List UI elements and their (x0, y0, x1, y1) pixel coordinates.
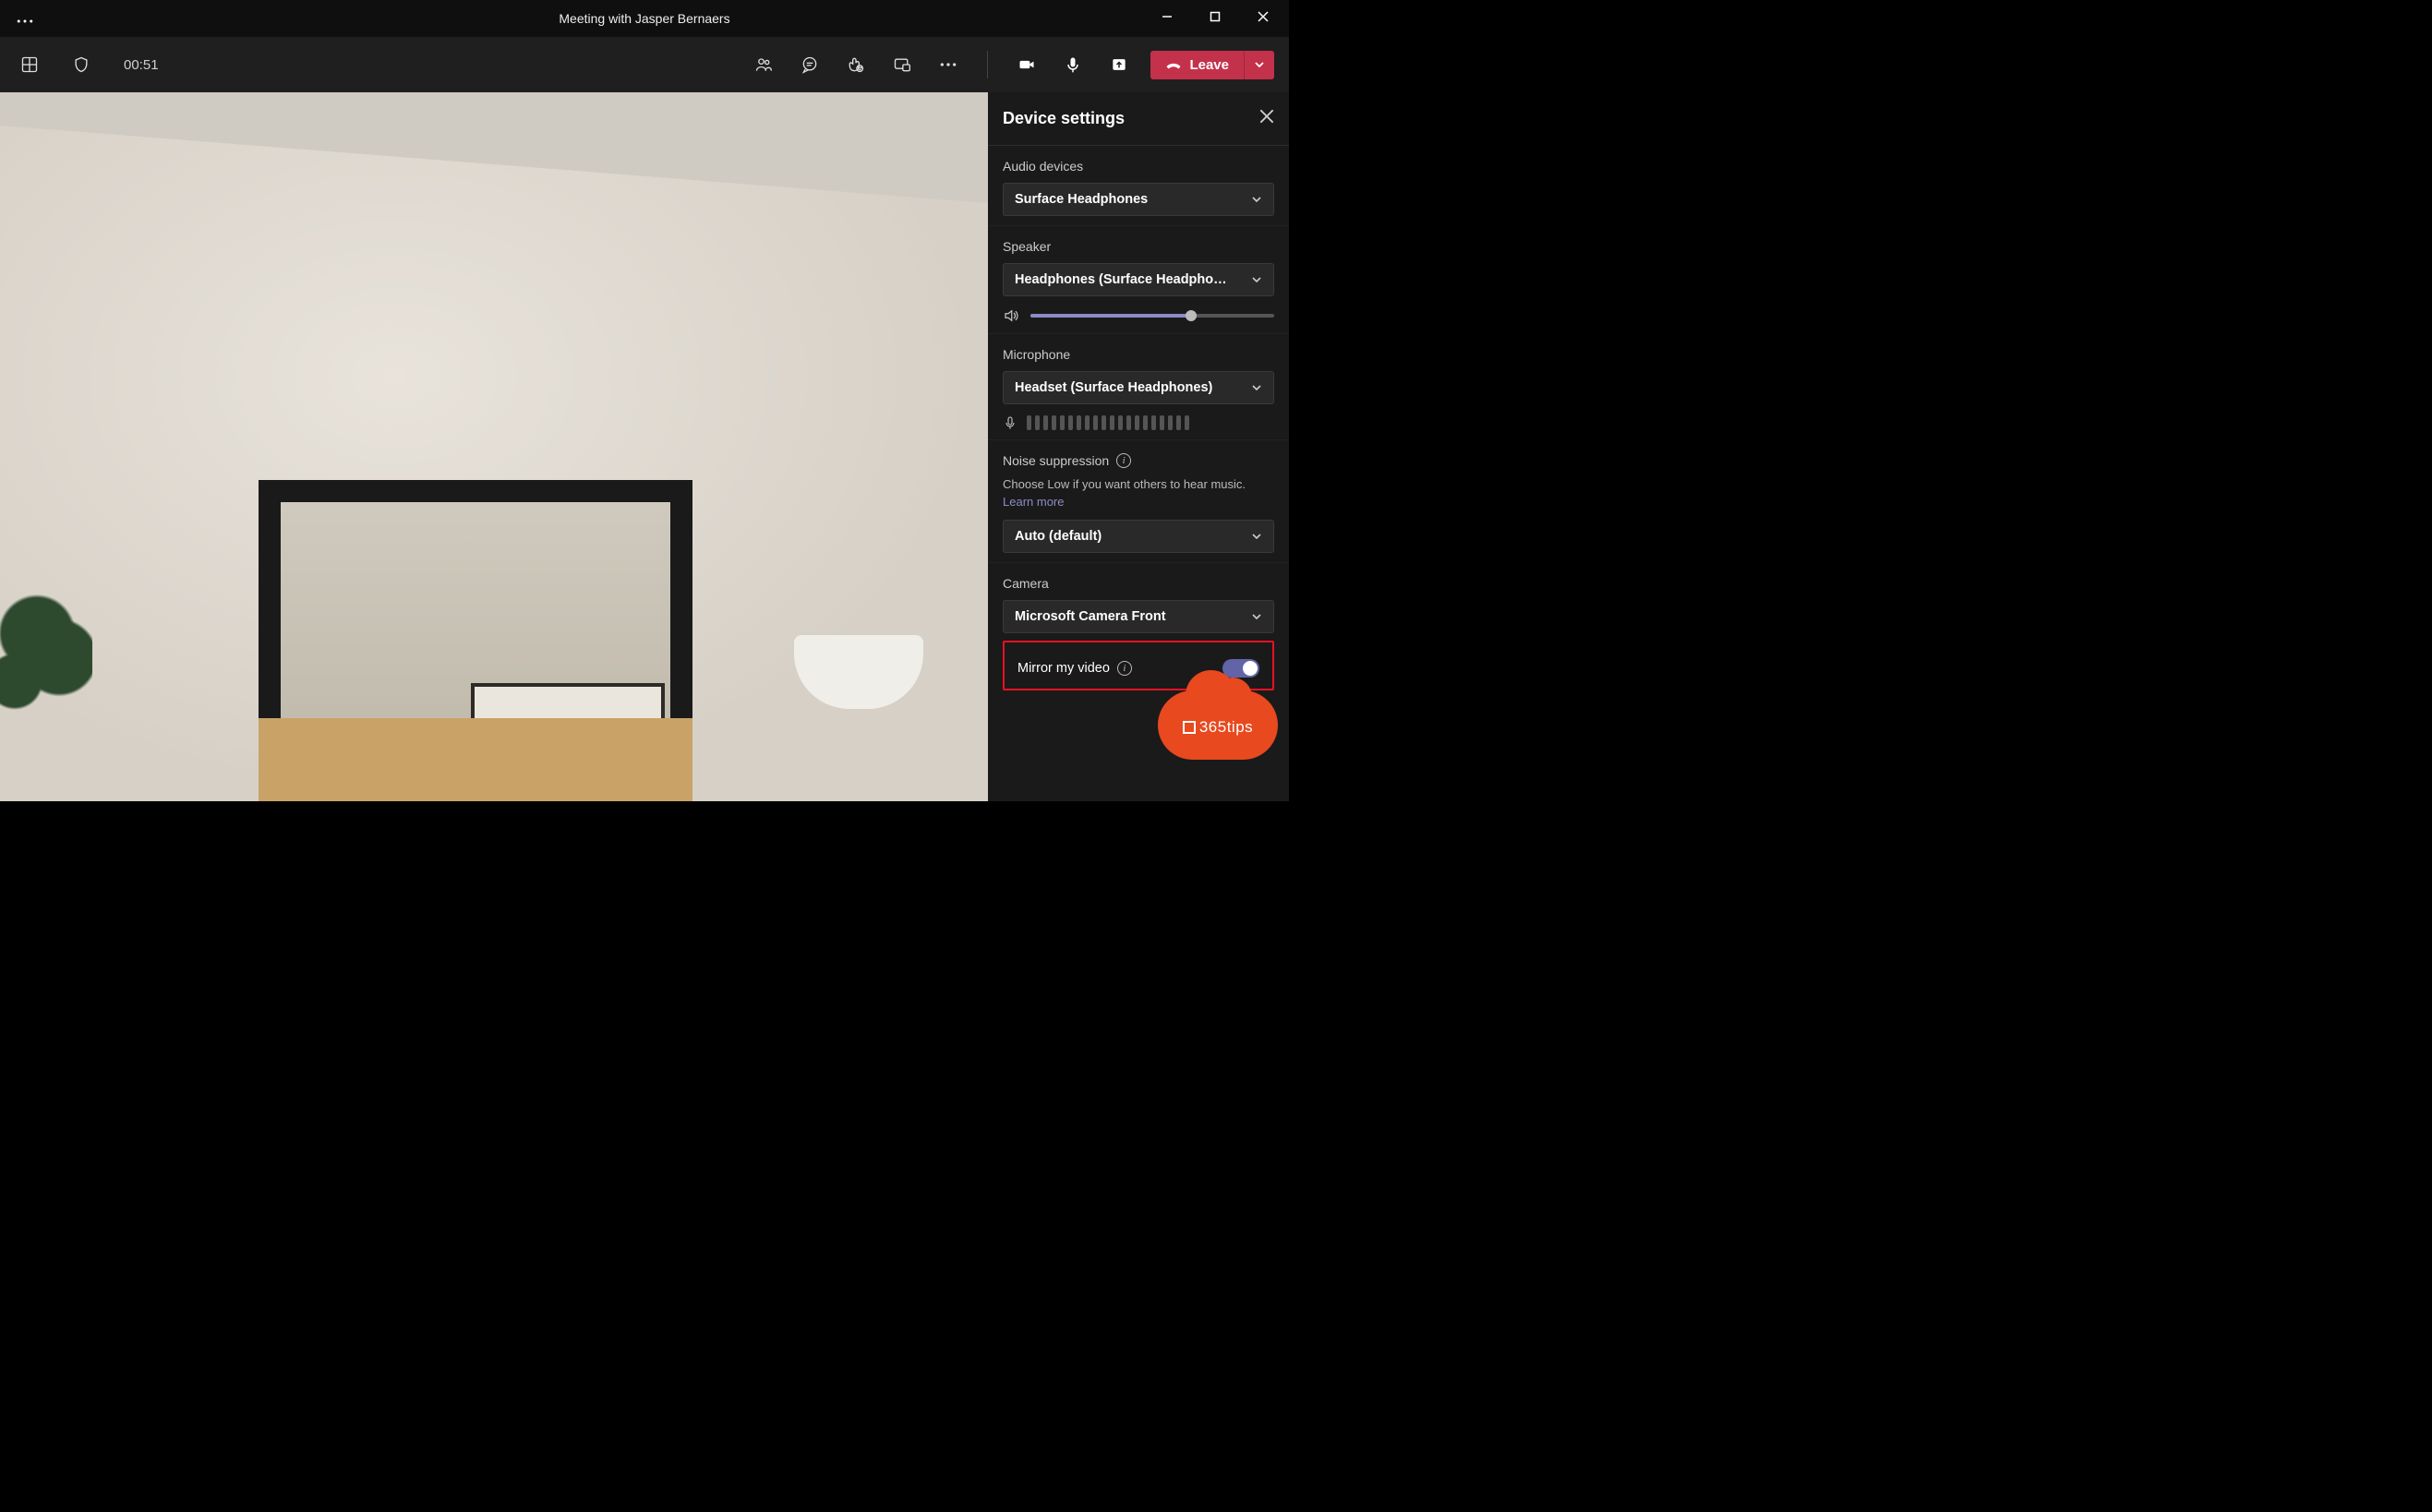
window-minimize-button[interactable] (1156, 6, 1178, 30)
volume-icon (1003, 307, 1019, 324)
more-actions-button[interactable] (933, 50, 963, 79)
speaker-value: Headphones (Surface Headphon... (1015, 272, 1227, 287)
microphone-label: Microphone (1003, 347, 1274, 362)
shield-icon[interactable] (66, 50, 96, 79)
chat-button[interactable] (795, 50, 825, 79)
chevron-down-icon (1251, 382, 1262, 393)
toolbar-divider (987, 51, 988, 78)
noise-suppression-hint: Choose Low if you want others to hear mu… (1003, 477, 1274, 491)
leave-button-group: Leave (1150, 51, 1274, 79)
rooms-button[interactable] (887, 50, 917, 79)
learn-more-link[interactable]: Learn more (1003, 495, 1064, 509)
noise-suppression-label: Noise suppression i (1003, 453, 1274, 468)
share-screen-button[interactable] (1104, 50, 1134, 79)
camera-dropdown[interactable]: Microsoft Camera Front (1003, 600, 1274, 633)
audio-devices-label: Audio devices (1003, 159, 1274, 174)
noise-suppression-dropdown[interactable]: Auto (default) (1003, 520, 1274, 553)
chevron-down-icon (1251, 194, 1262, 205)
leave-label: Leave (1189, 57, 1229, 73)
meeting-timer: 00:51 (124, 57, 159, 73)
mirror-video-toggle[interactable] (1222, 659, 1259, 678)
chevron-down-icon (1251, 611, 1262, 622)
microphone-dropdown[interactable]: Headset (Surface Headphones) (1003, 371, 1274, 404)
audio-device-value: Surface Headphones (1015, 192, 1148, 207)
annotation-highlight: Mirror my video i (1003, 641, 1274, 690)
chevron-down-icon (1254, 59, 1265, 70)
camera-label: Camera (1003, 576, 1274, 591)
leave-options-button[interactable] (1244, 51, 1274, 79)
watermark-badge: 365tips (1158, 690, 1278, 764)
info-icon[interactable]: i (1117, 661, 1132, 676)
titlebar-more-button[interactable] (7, 9, 42, 29)
panel-close-button[interactable] (1259, 109, 1274, 128)
mirror-video-label: Mirror my video i (1017, 661, 1132, 676)
chevron-down-icon (1251, 531, 1262, 542)
mic-level-meter (1027, 415, 1189, 430)
hangup-icon (1165, 59, 1182, 70)
window-title: Meeting with Jasper Bernaers (559, 11, 729, 26)
camera-toggle-button[interactable] (1012, 50, 1041, 79)
content-area: Device settings Audio devices Surface He… (0, 92, 1289, 801)
speaker-volume-slider[interactable] (1030, 314, 1274, 318)
window-titlebar: Meeting with Jasper Bernaers (0, 0, 1289, 37)
speaker-label: Speaker (1003, 239, 1274, 254)
audio-device-dropdown[interactable]: Surface Headphones (1003, 183, 1274, 216)
people-button[interactable] (749, 50, 778, 79)
mic-icon (1003, 415, 1017, 430)
window-maximize-button[interactable] (1204, 6, 1226, 30)
close-icon (1259, 109, 1274, 124)
mic-toggle-button[interactable] (1058, 50, 1088, 79)
info-icon[interactable]: i (1116, 453, 1131, 468)
office-logo-icon (1183, 721, 1196, 734)
microphone-value: Headset (Surface Headphones) (1015, 380, 1212, 395)
chevron-down-icon (1251, 274, 1262, 285)
leave-button[interactable]: Leave (1150, 51, 1244, 79)
video-stage (0, 92, 988, 801)
device-settings-panel: Device settings Audio devices Surface He… (988, 92, 1289, 801)
window-close-button[interactable] (1252, 6, 1274, 30)
speaker-dropdown[interactable]: Headphones (Surface Headphon... (1003, 263, 1274, 296)
layout-grid-button[interactable] (15, 50, 44, 79)
noise-suppression-value: Auto (default) (1015, 529, 1102, 544)
meeting-toolbar: 00:51 Leave (0, 37, 1289, 92)
reactions-button[interactable] (841, 50, 871, 79)
panel-title: Device settings (1003, 109, 1125, 128)
camera-value: Microsoft Camera Front (1015, 609, 1166, 624)
